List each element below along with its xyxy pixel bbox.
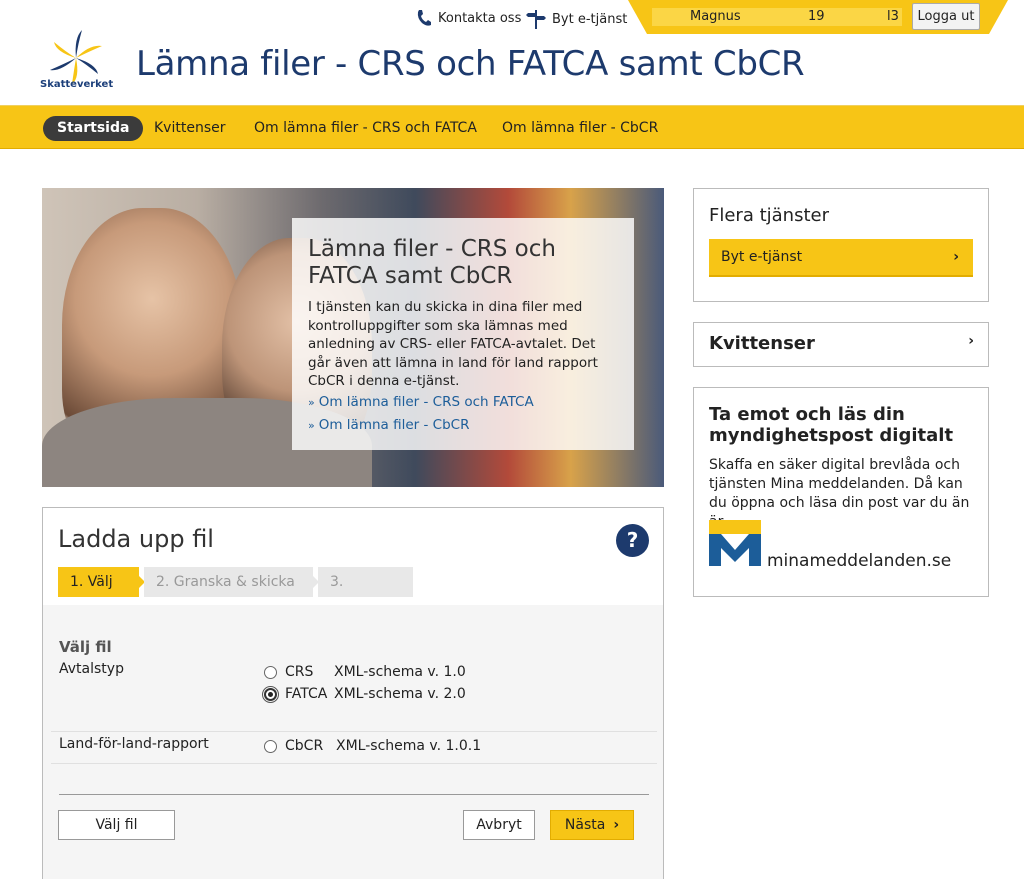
nav-item-startsida[interactable]: Startsida <box>43 116 144 141</box>
cancel-button[interactable]: Avbryt <box>463 810 535 840</box>
upload-panel: Ladda upp fil ? 1. Välj fil 2. Granska &… <box>42 507 664 879</box>
divider <box>51 763 657 764</box>
digital-mail-box: Ta emot och läs din myndighetspost digit… <box>693 387 989 597</box>
hero-text: I tjänsten kan du skicka in dina filer m… <box>308 299 598 389</box>
radio-fatca[interactable]: FATCA XML-schema v. 2.0 <box>262 685 466 703</box>
hero-banner: Lämna filer - CRS och FATCA samt CbCR I … <box>42 188 664 487</box>
agreement-label: Avtalstyp <box>59 661 124 677</box>
double-chevron-icon: » <box>308 395 315 409</box>
signpost-icon <box>526 10 546 29</box>
nav-item-om-cbcr[interactable]: Om lämna filer - CbCR <box>502 116 658 141</box>
hero-link-label: Om lämna filer - CbCR <box>318 416 470 433</box>
phone-icon <box>417 10 431 26</box>
more-services-box: Flera tjänster Byt e-tjänst › <box>693 188 989 302</box>
divider <box>59 794 649 795</box>
main-nav: Startsida Kvittenser Om lämna filer - CR… <box>0 105 1024 149</box>
contact-link[interactable]: Kontakta oss <box>416 9 521 27</box>
receipts-box[interactable]: Kvittenser › <box>693 322 989 367</box>
switch-service-label: Byt e-tjänst <box>552 11 628 27</box>
nav-item-om-crs-fatca[interactable]: Om lämna filer - CRS och FATCA <box>254 116 477 141</box>
choose-file-button[interactable]: Välj fil <box>58 810 175 840</box>
user-name: Magnus <box>690 9 741 24</box>
switch-service-btn-label: Byt e-tjänst <box>721 249 803 265</box>
next-button[interactable]: Nästa › <box>550 810 634 840</box>
cbcr-row-label: Land-för-land-rapport <box>59 736 209 752</box>
radio-circle <box>264 665 277 679</box>
chevron-right-icon: › <box>953 249 959 265</box>
logo-text: Skatteverket <box>40 79 114 90</box>
radio-crs-schema: XML-schema v. 1.0 <box>334 664 466 680</box>
hero-card: Lämna filer - CRS och FATCA samt CbCR I … <box>292 218 634 450</box>
nav-item-kvittenser[interactable]: Kvittenser <box>154 116 225 141</box>
hero-title: Lämna filer - CRS och FATCA samt CbCR <box>308 236 556 289</box>
next-label: Nästa <box>564 817 606 833</box>
radio-cbcr-label: CbCR <box>285 738 324 754</box>
hero-link-cbcr[interactable]: » Om lämna filer - CbCR <box>308 414 618 437</box>
more-services-title: Flera tjänster <box>709 205 829 226</box>
step-choose-file: 1. Välj fil <box>58 567 145 620</box>
file-form: Välj fil Avtalstyp CRS XML-schema v. 1.0… <box>43 605 663 879</box>
mina-meddelanden-text[interactable]: minameddelanden.se <box>767 551 951 571</box>
mina-meddelanden-logo-icon[interactable] <box>709 520 761 566</box>
help-icon[interactable]: ? <box>616 524 649 557</box>
chevron-right-icon: › <box>968 333 974 349</box>
chevron-right-icon: › <box>613 817 620 833</box>
radio-circle <box>264 739 277 753</box>
hero-link-crs-fatca[interactable]: » Om lämna filer - CRS och FATCA <box>308 391 618 414</box>
switch-service-button[interactable]: Byt e-tjänst › <box>709 239 973 277</box>
receipts-title: Kvittenser <box>709 333 815 354</box>
user-id-part1: 19 <box>808 9 825 24</box>
digital-mail-title: Ta emot och läs din myndighetspost digit… <box>709 404 954 446</box>
upload-title: Ladda upp fil <box>58 525 214 553</box>
switch-service-link[interactable]: Byt e-tjänst <box>526 9 627 29</box>
contact-label: Kontakta oss <box>438 10 522 26</box>
radio-cbcr-schema: XML-schema v. 1.0.1 <box>336 738 482 754</box>
section-title: Välj fil <box>59 638 112 656</box>
divider <box>51 731 657 732</box>
radio-circle-checked <box>262 685 279 703</box>
radio-fatca-label: FATCA <box>285 686 328 702</box>
step-receipt: 3. Kvittens <box>318 567 413 620</box>
radio-crs[interactable]: CRS XML-schema v. 1.0 <box>264 664 466 680</box>
logout-button[interactable]: Logga ut <box>912 3 980 30</box>
radio-fatca-schema: XML-schema v. 2.0 <box>334 686 466 702</box>
radio-cbcr[interactable]: CbCR XML-schema v. 1.0.1 <box>264 738 481 754</box>
user-id-part2: l3 <box>887 9 899 24</box>
step-review-send: 2. Granska & skicka in <box>144 567 319 620</box>
radio-crs-label: CRS <box>285 664 314 680</box>
top-bar: Kontakta oss Byt e-tjänst Magnus 19 l3 L… <box>0 0 1024 34</box>
double-chevron-icon: » <box>308 418 315 432</box>
page-title: Lämna filer - CRS och FATCA samt CbCR <box>136 44 805 84</box>
hero-link-label: Om lämna filer - CRS och FATCA <box>318 393 534 410</box>
